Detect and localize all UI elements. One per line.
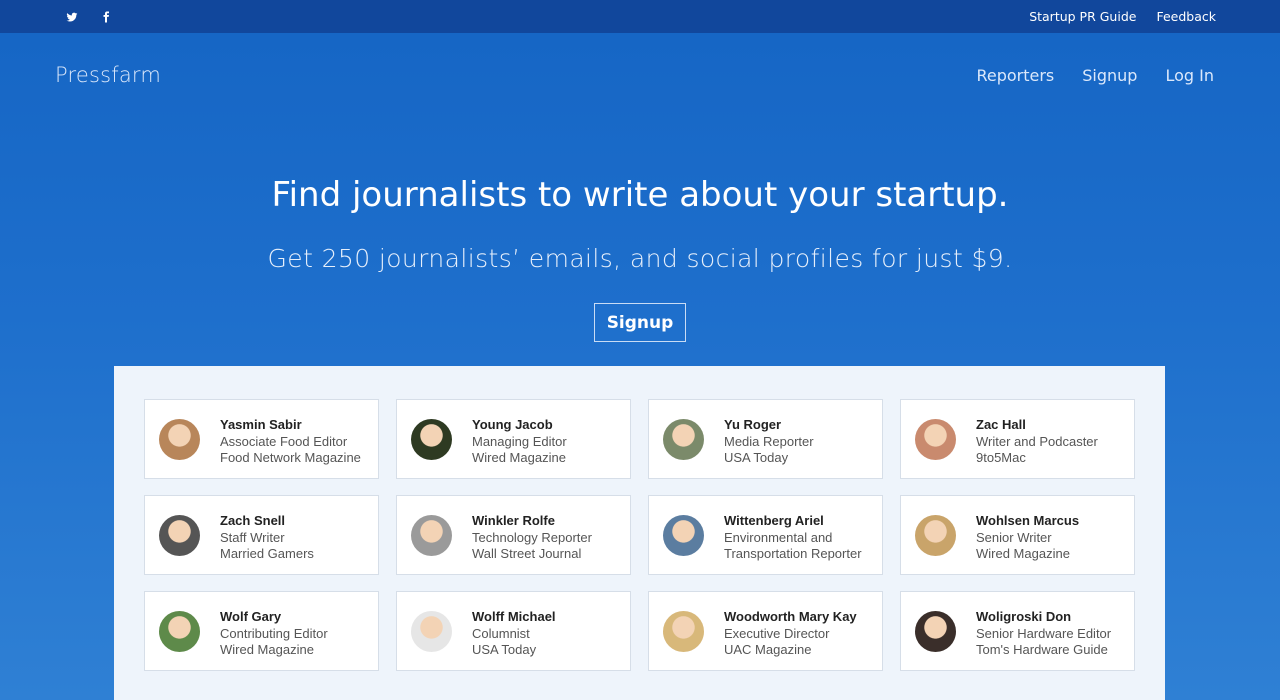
main-nav: Reporters Signup Log In [976,66,1214,85]
facebook-icon[interactable] [100,9,112,23]
reporter-info: Yasmin Sabir Associate Food Editor Food Ne… [220,417,361,467]
reporter-name: Wolff Michael [472,609,556,624]
reporter-role: Executive Director [724,625,830,641]
reporter-card[interactable]: Zac Hall Writer and Podcaster 9to5Mac [900,399,1135,479]
reporters-panel: Yasmin Sabir Associate Food Editor Food Ne… [114,366,1165,700]
reporter-name: Woodworth Mary Kay [724,609,857,624]
reporter-info: Wolf Gary Contributing Editor Wired Magazi… [220,609,328,659]
reporters-grid: Yasmin Sabir Associate Food Editor Food Ne… [144,399,1135,671]
twitter-icon[interactable] [66,9,78,23]
startup-pr-guide-link[interactable]: Startup PR Guide [1029,9,1136,24]
reporter-role: Columnist [472,625,530,641]
avatar [411,515,452,556]
hero-title: Find journalists to write about your sta… [271,175,1009,215]
reporter-outlet: Wired Magazine [976,546,1070,561]
reporter-role: Staff Writer [220,529,285,545]
reporter-name: Yasmin Sabir [220,417,302,432]
nav-signup[interactable]: Signup [1082,66,1137,85]
reporter-card[interactable]: Wolf Gary Contributing Editor Wired Magazi… [144,591,379,671]
social-links [66,9,112,23]
avatar [915,515,956,556]
reporter-info: Woodworth Mary Kay Executive Director UAC … [724,609,857,659]
reporter-name: Zach Snell [220,513,286,528]
reporter-card[interactable]: Wittenberg Ariel Environmental and Transpo… [648,495,883,575]
reporter-info: Zach Snell Staff Writer Married Gamers [220,513,314,563]
reporter-name: Yu Roger [724,417,782,432]
reporter-card[interactable]: Yu Roger Media Reporter USA Today [648,399,883,479]
reporter-info: Wittenberg Ariel Environmental and Transpo… [724,513,862,563]
reporter-role: Environmental and [724,529,833,545]
reporter-info: Wohlsen Marcus Senior Writer Wired Magazin… [976,513,1079,563]
avatar [159,515,200,556]
reporter-card[interactable]: Zach Snell Staff Writer Married Gamers [144,495,379,575]
avatar [663,611,704,652]
reporter-card[interactable]: Wohlsen Marcus Senior Writer Wired Magazin… [900,495,1135,575]
reporter-info: Winkler Rolfe Technology Reporter Wall Str… [472,513,592,563]
reporter-card[interactable]: Woodworth Mary Kay Executive Director UAC … [648,591,883,671]
reporter-role: Contributing Editor [220,625,328,641]
avatar [915,419,956,460]
avatar [159,611,200,652]
avatar [915,611,956,652]
reporter-card[interactable]: Woligroski Don Senior Hardware Editor Tom'… [900,591,1135,671]
reporter-outlet: Transportation Reporter [724,546,862,561]
reporter-name: Wittenberg Ariel [724,513,824,528]
hero-subtitle: Get 250 journalists’ emails, and social … [267,244,1013,273]
reporter-outlet: Married Gamers [220,546,314,561]
reporter-name: Winkler Rolfe [472,513,555,528]
reporter-info: Zac Hall Writer and Podcaster 9to5Mac [976,417,1098,467]
reporter-info: Wolff Michael Columnist USA Today [472,609,556,659]
reporter-outlet: Food Network Magazine [220,450,361,465]
avatar [663,419,704,460]
reporter-outlet: Wall Street Journal [472,546,582,561]
reporter-outlet: 9to5Mac [976,450,1026,465]
reporter-info: Woligroski Don Senior Hardware Editor Tom'… [976,609,1111,659]
reporter-card[interactable]: Yasmin Sabir Associate Food Editor Food Ne… [144,399,379,479]
avatar [663,515,704,556]
reporter-outlet: Wired Magazine [220,642,314,657]
reporter-name: Young Jacob [472,417,553,432]
reporter-info: Young Jacob Managing Editor Wired Magazine [472,417,567,467]
brand-logo[interactable]: Pressfarm [55,63,161,87]
reporter-role: Technology Reporter [472,529,592,545]
avatar [159,419,200,460]
reporter-role: Writer and Podcaster [976,433,1098,449]
signup-button[interactable]: Signup [594,303,686,342]
top-links: Startup PR Guide Feedback [1029,9,1216,24]
nav-reporters[interactable]: Reporters [976,66,1054,85]
top-bar: Startup PR Guide Feedback [0,0,1280,33]
nav-login[interactable]: Log In [1165,66,1214,85]
reporter-role: Media Reporter [724,433,814,449]
reporter-outlet: Wired Magazine [472,450,566,465]
reporter-name: Woligroski Don [976,609,1072,624]
reporter-info: Yu Roger Media Reporter USA Today [724,417,814,467]
reporter-card[interactable]: Young Jacob Managing Editor Wired Magazine [396,399,631,479]
reporter-name: Wohlsen Marcus [976,513,1080,528]
reporter-role: Senior Writer [976,529,1052,545]
reporter-role: Senior Hardware Editor [976,625,1112,641]
reporter-role: Managing Editor [472,433,567,449]
reporter-name: Wolf Gary [220,609,282,624]
avatar [411,419,452,460]
reporter-card[interactable]: Winkler Rolfe Technology Reporter Wall Str… [396,495,631,575]
reporter-outlet: Tom's Hardware Guide [976,642,1108,657]
feedback-link[interactable]: Feedback [1156,9,1216,24]
reporter-card[interactable]: Wolff Michael Columnist USA Today [396,591,631,671]
reporter-outlet: USA Today [724,450,789,465]
avatar [411,611,452,652]
reporter-outlet: UAC Magazine [724,642,812,657]
reporter-role: Associate Food Editor [220,433,348,449]
reporter-outlet: USA Today [472,642,537,657]
reporter-name: Zac Hall [976,417,1026,432]
